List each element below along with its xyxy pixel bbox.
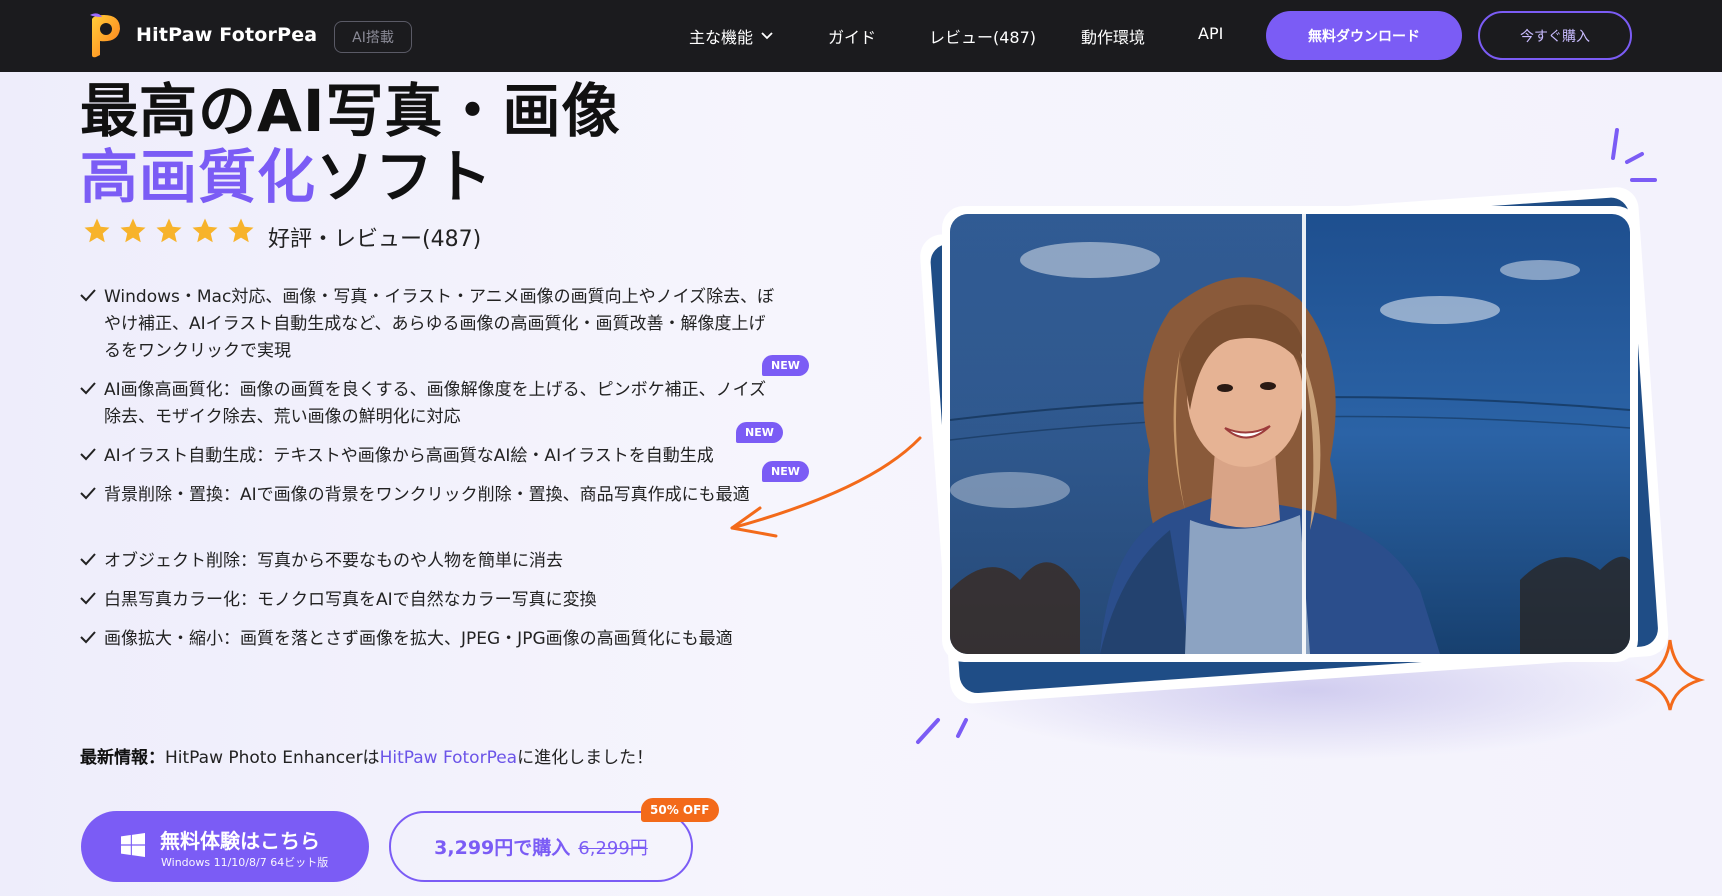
sparkle-lines-top — [1611, 128, 1657, 182]
check-icon — [80, 631, 96, 644]
nav-item-api[interactable]: API — [1198, 24, 1223, 43]
discount-badge: 50% OFF — [641, 798, 719, 822]
check-icon — [80, 448, 96, 461]
nav-item-requirements[interactable]: 動作環境 — [1081, 24, 1145, 48]
star-icon — [156, 218, 182, 243]
latest-news-suffix: に進化しました！ — [517, 748, 654, 768]
before-after-photo-illustration — [916, 128, 1706, 760]
ai-badge: AI搭載 — [334, 21, 412, 53]
hero-title-accent: 高画質化 — [80, 143, 317, 211]
feature-text: オブジェクト削除：写真から不要なものや人物を簡単に消去 — [104, 551, 563, 571]
check-icon — [80, 382, 96, 395]
star-icon — [192, 218, 218, 243]
buy-now-button[interactable]: 今すぐ購入 — [1478, 11, 1632, 60]
nav-item-label: 主な機能 — [689, 28, 754, 47]
hero-title-line2: 高画質化ソフト — [80, 144, 493, 210]
hero-title-line1: 最高のAI写真・画像 — [80, 77, 621, 145]
feature-text: 画像拡大・縮小：画質を落とさず画像を拡大、JPEG・JPG画像の高画質化にも最適 — [104, 629, 733, 649]
free-trial-button[interactable]: 無料体験はこちら Windows 11/10/8/7 64ビット版 — [81, 811, 369, 882]
star-icon — [84, 218, 110, 243]
logo-text: HitPaw FotorPea — [136, 24, 318, 46]
check-icon — [80, 592, 96, 605]
feature-text: 白黒写真カラー化：モノクロ写真をAIで自然なカラー写真に変換 — [104, 590, 597, 610]
windows-icon — [121, 833, 145, 857]
latest-news-link[interactable]: HitPaw FotorPea — [380, 748, 518, 768]
hitpaw-logo-icon — [90, 13, 120, 58]
latest-news-label: 最新情報： — [80, 748, 165, 768]
latest-news-text: HitPaw Photo Enhancerは — [165, 748, 380, 768]
feature-text: AIイラスト自動生成：テキストや画像から高画質なAI絵・AIイラストを自動生成 — [104, 446, 714, 466]
feature-text: Windows・Mac対応、画像・写真・イラスト・アニメ画像の画質向上やノイズ除… — [104, 287, 775, 361]
check-icon — [80, 553, 96, 566]
star-icon — [228, 218, 254, 243]
logo[interactable]: HitPaw FotorPea — [88, 11, 317, 59]
top-navigation: HitPaw FotorPea AI搭載 主な機能 ガイド レビュー(487) … — [0, 0, 1722, 72]
nav-item-guide[interactable]: ガイド — [828, 24, 876, 48]
check-icon — [80, 487, 96, 500]
star-icon — [120, 218, 146, 243]
feature-text: 背景削除・置換：AIで画像の背景をワンクリック削除・置換、商品写真作成にも最適 — [104, 485, 750, 505]
sparkle-lines-bottom — [916, 718, 968, 744]
hero-title-rest: ソフト — [316, 143, 494, 211]
front-photo-card — [942, 206, 1638, 662]
original-price: 6,299円 — [578, 837, 648, 859]
rating-stars — [82, 216, 256, 246]
latest-news: 最新情報：HitPaw Photo EnhancerはHitPaw FotorP… — [80, 743, 653, 768]
feature-text: AI画像高画質化：画像の画質を良くする、画像解像度を上げる、ピンボケ補正、ノイズ… — [104, 380, 767, 427]
free-trial-title: 無料体験はこちら — [160, 829, 320, 853]
nav-item-features[interactable]: 主な機能 — [689, 24, 773, 48]
arrow-icon — [730, 436, 922, 538]
check-icon — [80, 289, 96, 302]
rating-text: 好評・レビュー(487) — [268, 227, 482, 252]
purchase-price: 3,299円で購入 — [434, 837, 571, 859]
download-button[interactable]: 無料ダウンロード — [1266, 11, 1462, 60]
nav-item-reviews[interactable]: レビュー(487) — [929, 24, 1036, 48]
new-badge: NEW — [762, 355, 809, 376]
chevron-down-icon — [761, 32, 773, 40]
free-trial-subtitle: Windows 11/10/8/7 64ビット版 — [161, 856, 329, 869]
